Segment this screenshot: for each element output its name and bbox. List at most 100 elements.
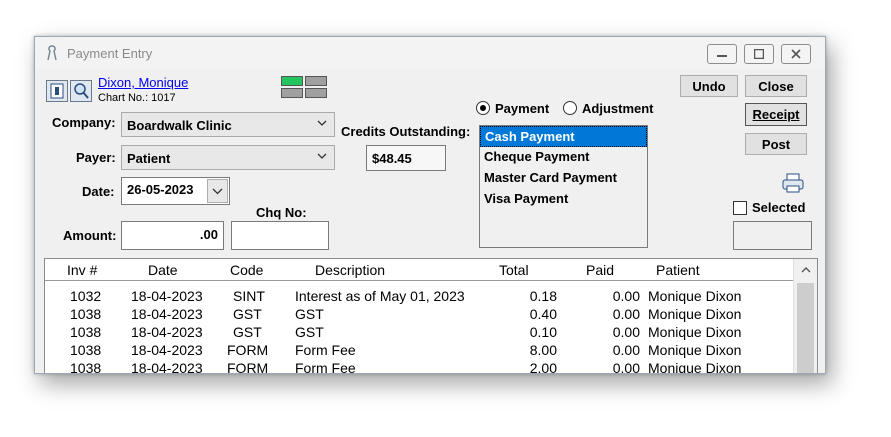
table-row[interactable]: 1038 18-04-2023 GST GST 0.40 0.00 Moniqu… [45,306,793,324]
date-value: 26-05-2023 [127,182,194,197]
close-button[interactable]: Close [745,75,807,97]
column-header-inv[interactable]: Inv # [67,262,97,278]
cell-date: 18-04-2023 [131,306,203,322]
chevron-up-icon[interactable] [800,265,812,275]
cell-date: 18-04-2023 [131,360,203,374]
cell-date: 18-04-2023 [131,342,203,358]
cell-inv: 1038 [70,360,102,374]
cell-inv: 1038 [70,306,102,322]
table-row[interactable]: 1032 18-04-2023 SINT Interest as of May … [45,288,793,306]
column-header-total[interactable]: Total [499,262,529,278]
minimize-icon [717,55,727,57]
list-item[interactable]: Cheque Payment [480,147,647,168]
cell-code: SINT [233,288,265,304]
minimize-button[interactable] [707,44,737,64]
cell-patient: Monique Dixon [648,324,742,340]
cell-paid: 0.00 [612,306,640,322]
amount-field[interactable]: .00 [121,221,224,250]
print-button[interactable] [781,172,805,194]
chq-no-field[interactable] [231,221,329,250]
post-button[interactable]: Post [745,133,807,155]
selected-checkbox[interactable] [733,201,747,215]
column-header-patient[interactable]: Patient [656,262,700,278]
payer-value: Patient [127,151,171,166]
list-item[interactable]: Visa Payment [480,189,647,210]
selected-total-box [733,221,812,250]
undo-button[interactable]: Undo [680,75,738,97]
amount-label: Amount: [63,228,117,243]
adjustment-radio[interactable] [563,101,577,115]
column-header-description[interactable]: Description [315,262,385,278]
cell-total: 0.10 [529,324,557,340]
cell-description: GST [295,324,324,340]
payment-radio-label[interactable]: Payment [495,101,549,116]
chevron-down-icon [317,120,327,126]
title-bar[interactable]: Payment Entry [35,37,825,69]
column-header-date[interactable]: Date [148,262,178,278]
column-header-code[interactable]: Code [230,262,263,278]
date-field[interactable]: 26-05-2023 [121,177,230,205]
cell-description: GST [295,306,324,322]
chart-number: Chart No.: 1017 [98,92,176,104]
app-icon [47,45,57,61]
cell-paid: 0.00 [612,360,640,374]
table-row[interactable]: 1038 18-04-2023 FORM Form Fee 8.00 0.00 … [45,342,793,360]
cell-date: 18-04-2023 [131,324,203,340]
column-header-paid[interactable]: Paid [586,262,614,278]
printer-icon [782,173,804,193]
card-icon [50,83,64,99]
patient-search-button[interactable] [70,80,92,102]
chevron-down-icon [212,188,223,195]
receipt-button[interactable]: Receipt [745,103,807,126]
cell-code: GST [233,324,262,340]
company-label: Company: [52,115,116,130]
window-title: Payment Entry [67,46,153,61]
patient-card-button[interactable] [46,80,68,102]
cell-paid: 0.00 [612,324,640,340]
cell-total: 8.00 [529,342,557,358]
company-select[interactable]: Boardwalk Clinic [121,112,335,137]
cell-code: GST [233,306,262,322]
close-window-button[interactable] [781,44,811,64]
cell-description: Form Fee [295,360,356,374]
invoice-table[interactable]: Inv # Date Code Description Total Paid P… [44,258,818,374]
maximize-button[interactable] [744,44,774,64]
magnifier-icon [74,83,89,99]
payment-method-list[interactable]: Cash Payment Cheque Payment Master Card … [479,125,648,248]
cell-description: Form Fee [295,342,356,358]
cell-code: FORM [227,360,269,374]
cell-patient: Monique Dixon [648,288,742,304]
cell-patient: Monique Dixon [648,342,742,358]
cell-total: 0.18 [529,288,557,304]
patient-name-link[interactable]: Dixon, Monique [98,75,188,90]
cell-description: Interest as of May 01, 2023 [295,288,465,304]
cell-inv: 1038 [70,324,102,340]
chevron-down-icon [317,153,327,159]
list-item[interactable]: Master Card Payment [480,168,647,189]
date-label: Date: [82,184,115,199]
payment-radio[interactable] [476,101,490,115]
credits-outstanding-field: $48.45 [366,145,446,171]
cell-total: 2.00 [529,360,557,374]
table-row[interactable]: 1038 18-04-2023 FORM Form Fee 2.00 0.00 … [45,360,793,374]
scrollbar-thumb[interactable] [797,283,814,373]
cell-inv: 1038 [70,342,102,358]
cell-patient: Monique Dixon [648,306,742,322]
cell-patient: Monique Dixon [648,360,742,374]
cell-inv: 1032 [70,288,102,304]
payment-entry-window: Payment Entry Dixon, Monique Chart No.: … [34,36,826,374]
table-row[interactable]: 1038 18-04-2023 GST GST 0.10 0.00 Moniqu… [45,324,793,342]
amount-value: .00 [199,227,218,242]
cell-paid: 0.00 [612,288,640,304]
status-indicator [281,76,329,100]
list-item[interactable]: Cash Payment [480,126,647,147]
date-picker-button[interactable] [207,179,228,203]
selected-checkbox-label[interactable]: Selected [752,200,805,215]
credits-outstanding-value: $48.45 [372,151,412,166]
vertical-scrollbar[interactable] [793,259,817,373]
cell-code: FORM [227,342,269,358]
adjustment-radio-label[interactable]: Adjustment [582,101,654,116]
cell-total: 0.40 [529,306,557,322]
payer-select[interactable]: Patient [121,145,335,170]
company-value: Boardwalk Clinic [127,118,232,133]
